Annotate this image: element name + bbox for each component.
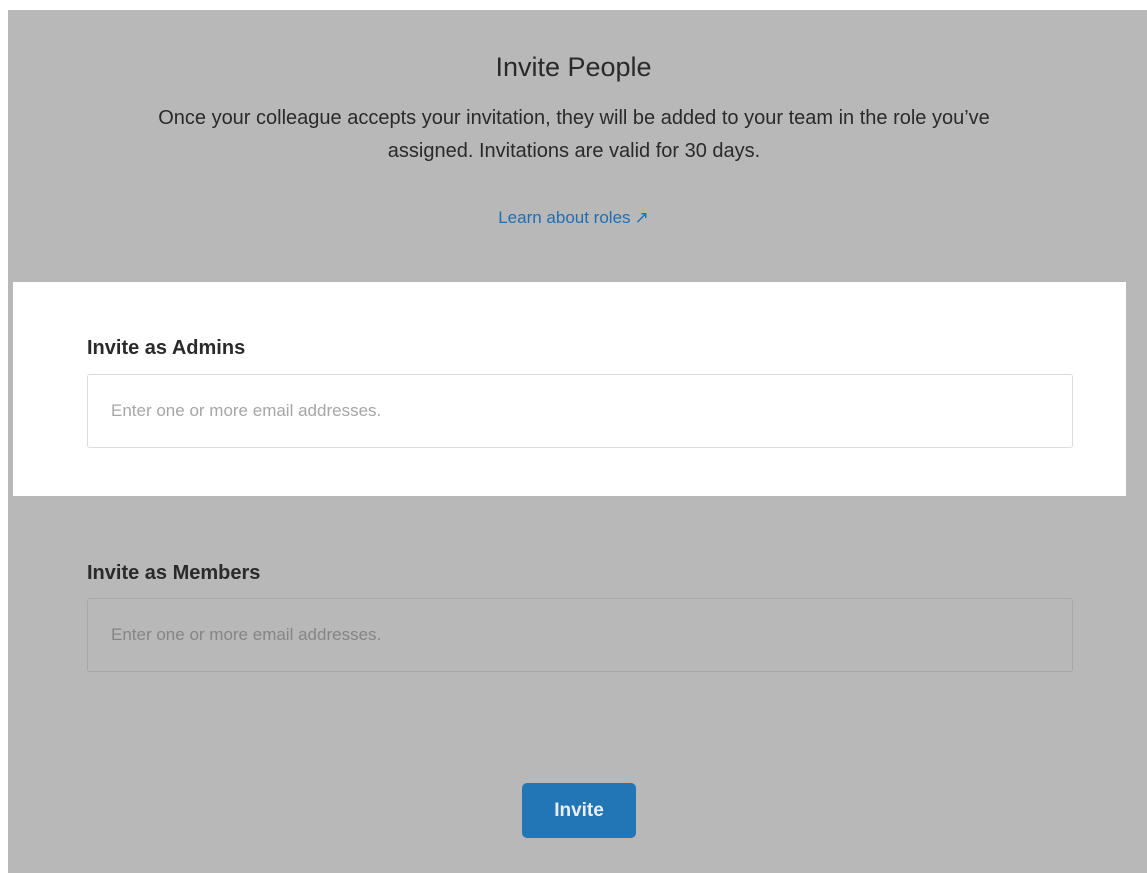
learn-link-label: Learn about roles	[498, 208, 631, 227]
invite-description: Once your colleague accepts your invitat…	[158, 107, 990, 162]
members-email-input[interactable]	[87, 598, 1073, 672]
admins-email-input[interactable]	[87, 374, 1073, 448]
invite-button[interactable]: Invite	[522, 783, 636, 838]
admins-label: Invite as Admins	[87, 337, 246, 359]
page-title: Invite People	[495, 52, 652, 82]
external-link-arrow-icon: ↗	[634, 208, 649, 227]
members-label: Invite as Members	[87, 562, 261, 584]
learn-about-roles-link[interactable]: Learn about roles ↗	[0, 208, 1147, 228]
